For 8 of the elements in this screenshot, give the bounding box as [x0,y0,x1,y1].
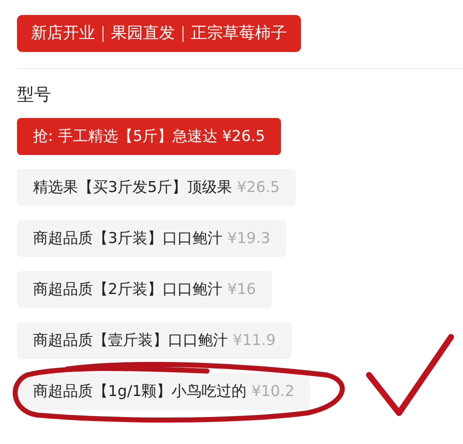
variant-option[interactable]: 商超品质【壹斤装】口口鲍汁 ¥11.9 [17,322,292,359]
variant-option[interactable]: 商超品质【3斤装】口口鲍汁 ¥19.3 [17,220,286,257]
promo-banner: 新店开业｜果园直发｜正宗草莓柿子 [17,15,301,52]
variant-option[interactable]: 商超品质【1g/1颗】小鸟吃过的 ¥10.2 [17,373,310,410]
variant-option[interactable]: 抢: 手工精选【5斤】急速达 ¥26.5 [17,118,282,155]
variant-option[interactable]: 商超品质【2斤装】口口鲍汁 ¥16 [17,271,272,308]
variant-option[interactable]: 精选果【买3斤发5斤】顶级果 ¥26.5 [17,169,296,206]
section-title: 型号 [17,84,52,106]
